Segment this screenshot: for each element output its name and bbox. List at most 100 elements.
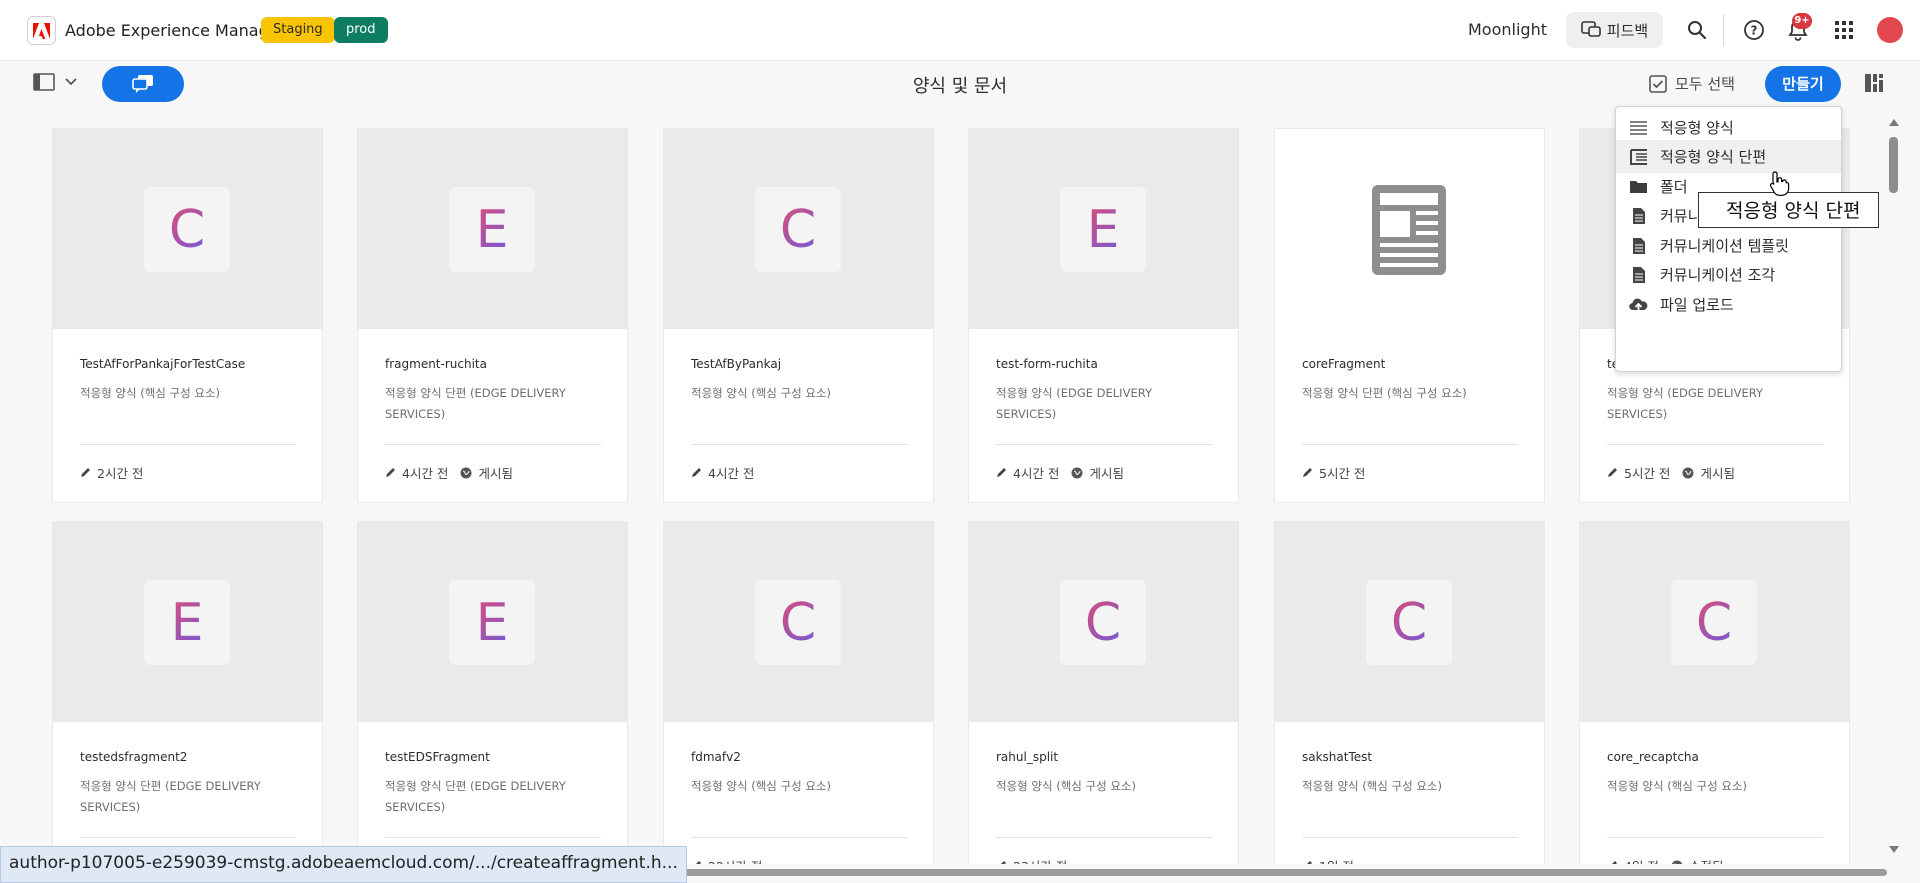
- pencil-icon: [1608, 468, 1617, 477]
- form-fragment-icon: [1629, 147, 1648, 166]
- create-menu-item[interactable]: 적응형 양식 단편: [1616, 140, 1841, 173]
- card-title[interactable]: coreFragment: [1302, 357, 1385, 371]
- upload-cloud-icon: [1629, 295, 1648, 314]
- feedback-button[interactable]: 피드백: [1566, 12, 1663, 48]
- card-thumbnail[interactable]: C: [53, 129, 322, 329]
- card-divider: [1302, 444, 1518, 445]
- card-meta: 2시간 전: [80, 463, 143, 482]
- card-thumbnail[interactable]: E: [358, 522, 627, 722]
- card-thumbnail[interactable]: E: [53, 522, 322, 722]
- avatar[interactable]: [1877, 17, 1903, 43]
- card-title[interactable]: testEDSFragment: [385, 750, 490, 764]
- form-type-badge: C: [755, 187, 841, 272]
- org-switcher[interactable]: Moonlight: [1468, 20, 1547, 39]
- card-subtitle: 적응형 양식 (핵심 구성 요소): [996, 779, 1136, 793]
- document-icon: [1629, 265, 1648, 284]
- form-type-letter: E: [170, 592, 204, 653]
- sidebar-panel-icon: [33, 73, 55, 91]
- form-type-badge: C: [1060, 580, 1146, 665]
- create-menu-item-label: 커뮤니케이션 템플릿: [1660, 237, 1789, 255]
- scrollbar-thumb[interactable]: [1889, 137, 1898, 193]
- card-modified-time: 5시간 전: [1319, 466, 1366, 481]
- apps-grid-icon[interactable]: [1830, 16, 1858, 44]
- form-card[interactable]: coreFragment 적응형 양식 단편 (핵심 구성 요소) 5시간 전: [1274, 128, 1545, 503]
- card-divider: [996, 837, 1212, 838]
- card-modified-time: 23시간 전: [1013, 856, 1067, 864]
- card-thumbnail[interactable]: C: [1275, 522, 1544, 722]
- card-subtitle: 적응형 양식 (EDGE DELIVERY SERVICES): [996, 386, 1152, 421]
- card-meta: 22시간 전: [691, 856, 762, 864]
- card-divider: [691, 444, 907, 445]
- form-type-letter: C: [168, 199, 206, 260]
- rail-toggle-button[interactable]: [33, 73, 77, 91]
- notification-badge: 9+: [1792, 13, 1812, 29]
- form-type-badge: C: [1366, 580, 1452, 665]
- card-modified-time: 5시간 전: [1624, 466, 1671, 481]
- chat-icon: [132, 75, 153, 93]
- form-type-letter: C: [1390, 592, 1428, 653]
- card-meta: 4일 전 수정됨: [1607, 856, 1723, 864]
- document-layout-icon: [1372, 185, 1446, 275]
- card-subtitle: 적응형 양식 (EDGE DELIVERY SERVICES): [1607, 386, 1763, 421]
- card-title[interactable]: sakshatTest: [1302, 750, 1372, 764]
- card-thumbnail[interactable]: E: [969, 129, 1238, 329]
- form-card[interactable]: EtestEDSFragment 적응형 양식 단편 (EDGE DELIVERY…: [357, 521, 628, 864]
- search-icon[interactable]: [1683, 16, 1711, 44]
- card-title[interactable]: core_recaptcha: [1607, 750, 1699, 764]
- card-divider: [1607, 837, 1823, 838]
- card-title[interactable]: test-form-ruchita: [996, 357, 1098, 371]
- create-menu-item[interactable]: 파일 업로드: [1616, 288, 1841, 321]
- card-title[interactable]: fdmafv2: [691, 750, 741, 764]
- status-url: author-p107005-e259039-cmstg.adobeaemclo…: [0, 846, 687, 883]
- card-title[interactable]: TestAfByPankaj: [691, 357, 781, 371]
- form-type-badge: C: [755, 580, 841, 665]
- card-subtitle: 적응형 양식 (핵심 구성 요소): [691, 779, 831, 793]
- card-subtitle: 적응형 양식 단편 (핵심 구성 요소): [1302, 386, 1467, 400]
- help-icon[interactable]: ?: [1740, 16, 1768, 44]
- form-type-badge: C: [1671, 580, 1757, 665]
- card-thumbnail[interactable]: C: [664, 522, 933, 722]
- form-type-badge: E: [1060, 187, 1146, 272]
- svg-text:?: ?: [1751, 24, 1758, 38]
- card-title[interactable]: testedsfragment2: [80, 750, 187, 764]
- card-title[interactable]: fragment-ruchita: [385, 357, 487, 371]
- card-thumbnail[interactable]: [1275, 129, 1544, 329]
- card-thumbnail[interactable]: C: [1580, 522, 1849, 722]
- view-switcher-icon[interactable]: [1864, 73, 1884, 97]
- form-type-letter: C: [1084, 592, 1122, 653]
- form-card[interactable]: Cfdmafv2 적응형 양식 (핵심 구성 요소) 22시간 전: [663, 521, 934, 864]
- card-thumbnail[interactable]: C: [664, 129, 933, 329]
- select-all-button[interactable]: 모두 선택: [1649, 73, 1735, 94]
- form-card[interactable]: Etestedsfragment2 적응형 양식 단편 (EDGE DELIVER…: [52, 521, 323, 864]
- form-card[interactable]: Etest-form-ruchita 적응형 양식 (EDGE DELIVERY …: [968, 128, 1239, 503]
- form-card[interactable]: Crahul_split 적응형 양식 (핵심 구성 요소) 23시간 전: [968, 521, 1239, 864]
- form-card[interactable]: C TestAfByPankaj 적응형 양식 (핵심 구성 요소) 4시간 전: [663, 128, 934, 503]
- horizontal-scrollbar[interactable]: [637, 869, 1887, 876]
- assistant-chat-button[interactable]: [102, 66, 184, 102]
- pencil-icon: [1612, 861, 1617, 864]
- pencil-icon: [81, 468, 90, 477]
- card-divider: [80, 837, 296, 838]
- card-subtitle: 적응형 양식 단편 (EDGE DELIVERY SERVICES): [385, 779, 566, 814]
- card-thumbnail[interactable]: E: [358, 129, 627, 329]
- folder-icon: [1629, 177, 1648, 196]
- card-title[interactable]: TestAfForPankajForTestCase: [80, 357, 245, 371]
- vertical-scrollbar[interactable]: [1888, 112, 1900, 855]
- form-lines-icon: [1629, 118, 1648, 137]
- create-menu-item[interactable]: 커뮤니케이션 조각: [1616, 258, 1841, 291]
- form-type-badge: E: [144, 580, 230, 665]
- form-card[interactable]: C TestAfForPankajForTestCase 적응형 양식 (핵심 구성…: [52, 128, 323, 503]
- create-button[interactable]: 만들기: [1765, 66, 1841, 102]
- brand[interactable]: Adobe Experience Manager: [27, 16, 285, 45]
- pencil-icon: [1001, 861, 1006, 864]
- form-type-badge: C: [144, 187, 230, 272]
- card-title[interactable]: rahul_split: [996, 750, 1058, 764]
- env-badge-prod[interactable]: prod: [334, 17, 388, 43]
- form-type-letter: C: [1695, 592, 1733, 653]
- form-card[interactable]: Efragment-ruchita 적응형 양식 단편 (EDGE DELIVER…: [357, 128, 628, 503]
- form-card[interactable]: CsakshatTest 적응형 양식 (핵심 구성 요소) 1일 전: [1274, 521, 1545, 864]
- form-card[interactable]: Ccore_recaptcha 적응형 양식 (핵심 구성 요소) 4일 전 수정됨: [1579, 521, 1850, 864]
- env-badge-staging[interactable]: Staging: [261, 17, 335, 43]
- card-meta: 4시간 전: [691, 463, 754, 482]
- card-thumbnail[interactable]: C: [969, 522, 1238, 722]
